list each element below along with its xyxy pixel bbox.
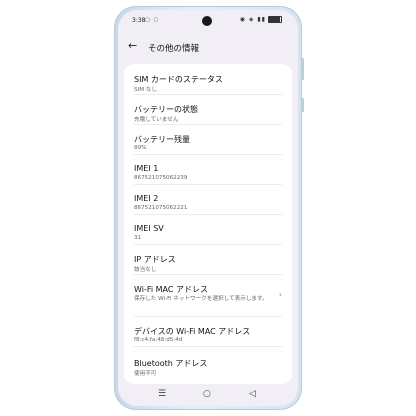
list-item-bluetooth-address[interactable]: Bluetooth アドレス 使用不可 [124,346,292,384]
item-value: 31 [134,235,142,241]
power-button [301,98,304,112]
item-value: SIM なし [134,87,157,93]
item-value: 該当なし [134,267,157,273]
list-item-battery-status[interactable]: バッテリーの状態 充電していません [124,94,292,124]
item-title: Wi-Fi MAC アドレス [134,285,208,294]
item-value: 89% [134,145,147,151]
battery-icon [268,16,282,23]
volume-button [301,58,304,80]
item-title: Bluetooth アドレス [134,359,208,368]
item-title: IP アドレス [134,255,176,264]
list-item-imei-sv[interactable]: IMEI SV 31 [124,214,292,244]
navigation-bar: ☰ ○ ◁ [118,384,298,406]
list-item-sim-status[interactable]: SIM カードのステータス SIM なし [124,64,292,94]
notification-icons: ▢ ▢ [145,17,160,23]
battery-fill [269,17,280,22]
item-value: 使用不可 [134,371,157,377]
list-item-ip-address[interactable]: IP アドレス 該当なし [124,244,292,274]
chevron-right-icon: › [278,290,282,299]
app-bar: ← その他の情報 [118,36,298,60]
item-title: IMEI 2 [134,194,159,203]
item-title: バッテリー残量 [134,135,190,144]
back-arrow-icon[interactable]: ← [128,39,137,52]
info-list: SIM カードのステータス SIM なし バッテリーの状態 充電していません バ… [124,64,292,384]
item-title: デバイスの Wi-Fi MAC アドレス [134,327,251,336]
item-title: SIM カードのステータス [134,75,223,84]
list-item-device-wifi-mac[interactable]: デバイスの Wi-Fi MAC アドレス f8:c4:fa:48:d5:4d [124,316,292,346]
item-value: 充電していません [134,117,179,123]
item-value: 867521075062239 [134,175,188,181]
item-value: 保存した Wi-Fi ネットワークを選択して表示します。 [134,296,268,302]
list-item-battery-level[interactable]: バッテリー残量 89% [124,124,292,154]
item-value: 867521075062221 [134,205,188,211]
status-time: 3:38 [132,17,146,24]
item-title: IMEI SV [134,224,164,233]
front-camera [202,16,212,26]
list-item-wifi-mac[interactable]: Wi-Fi MAC アドレス 保存した Wi-Fi ネットワークを選択して表示し… [124,274,292,316]
status-right-icons: ◉ ◈ ▮▮ [240,16,282,23]
signal-icons: ◉ ◈ ▮▮ [239,16,266,23]
page-title: その他の情報 [148,44,200,54]
home-icon[interactable]: ○ [203,389,211,399]
photo-background: 3:38 ▢ ▢ ◉ ◈ ▮▮ ← その他の情報 SIM カードのステータス S… [0,0,416,416]
item-title: IMEI 1 [134,164,159,173]
list-item-imei1[interactable]: IMEI 1 867521075062239 [124,154,292,184]
list-item-imei2[interactable]: IMEI 2 867521075062221 [124,184,292,214]
item-value: f8:c4:fa:48:d5:4d [134,337,183,343]
menu-icon[interactable]: ☰ [158,389,166,399]
status-bar: 3:38 ▢ ▢ ◉ ◈ ▮▮ [118,10,298,32]
phone-screen: 3:38 ▢ ▢ ◉ ◈ ▮▮ ← その他の情報 SIM カードのステータス S… [118,10,298,406]
back-icon[interactable]: ◁ [249,389,256,399]
item-title: バッテリーの状態 [134,105,198,114]
